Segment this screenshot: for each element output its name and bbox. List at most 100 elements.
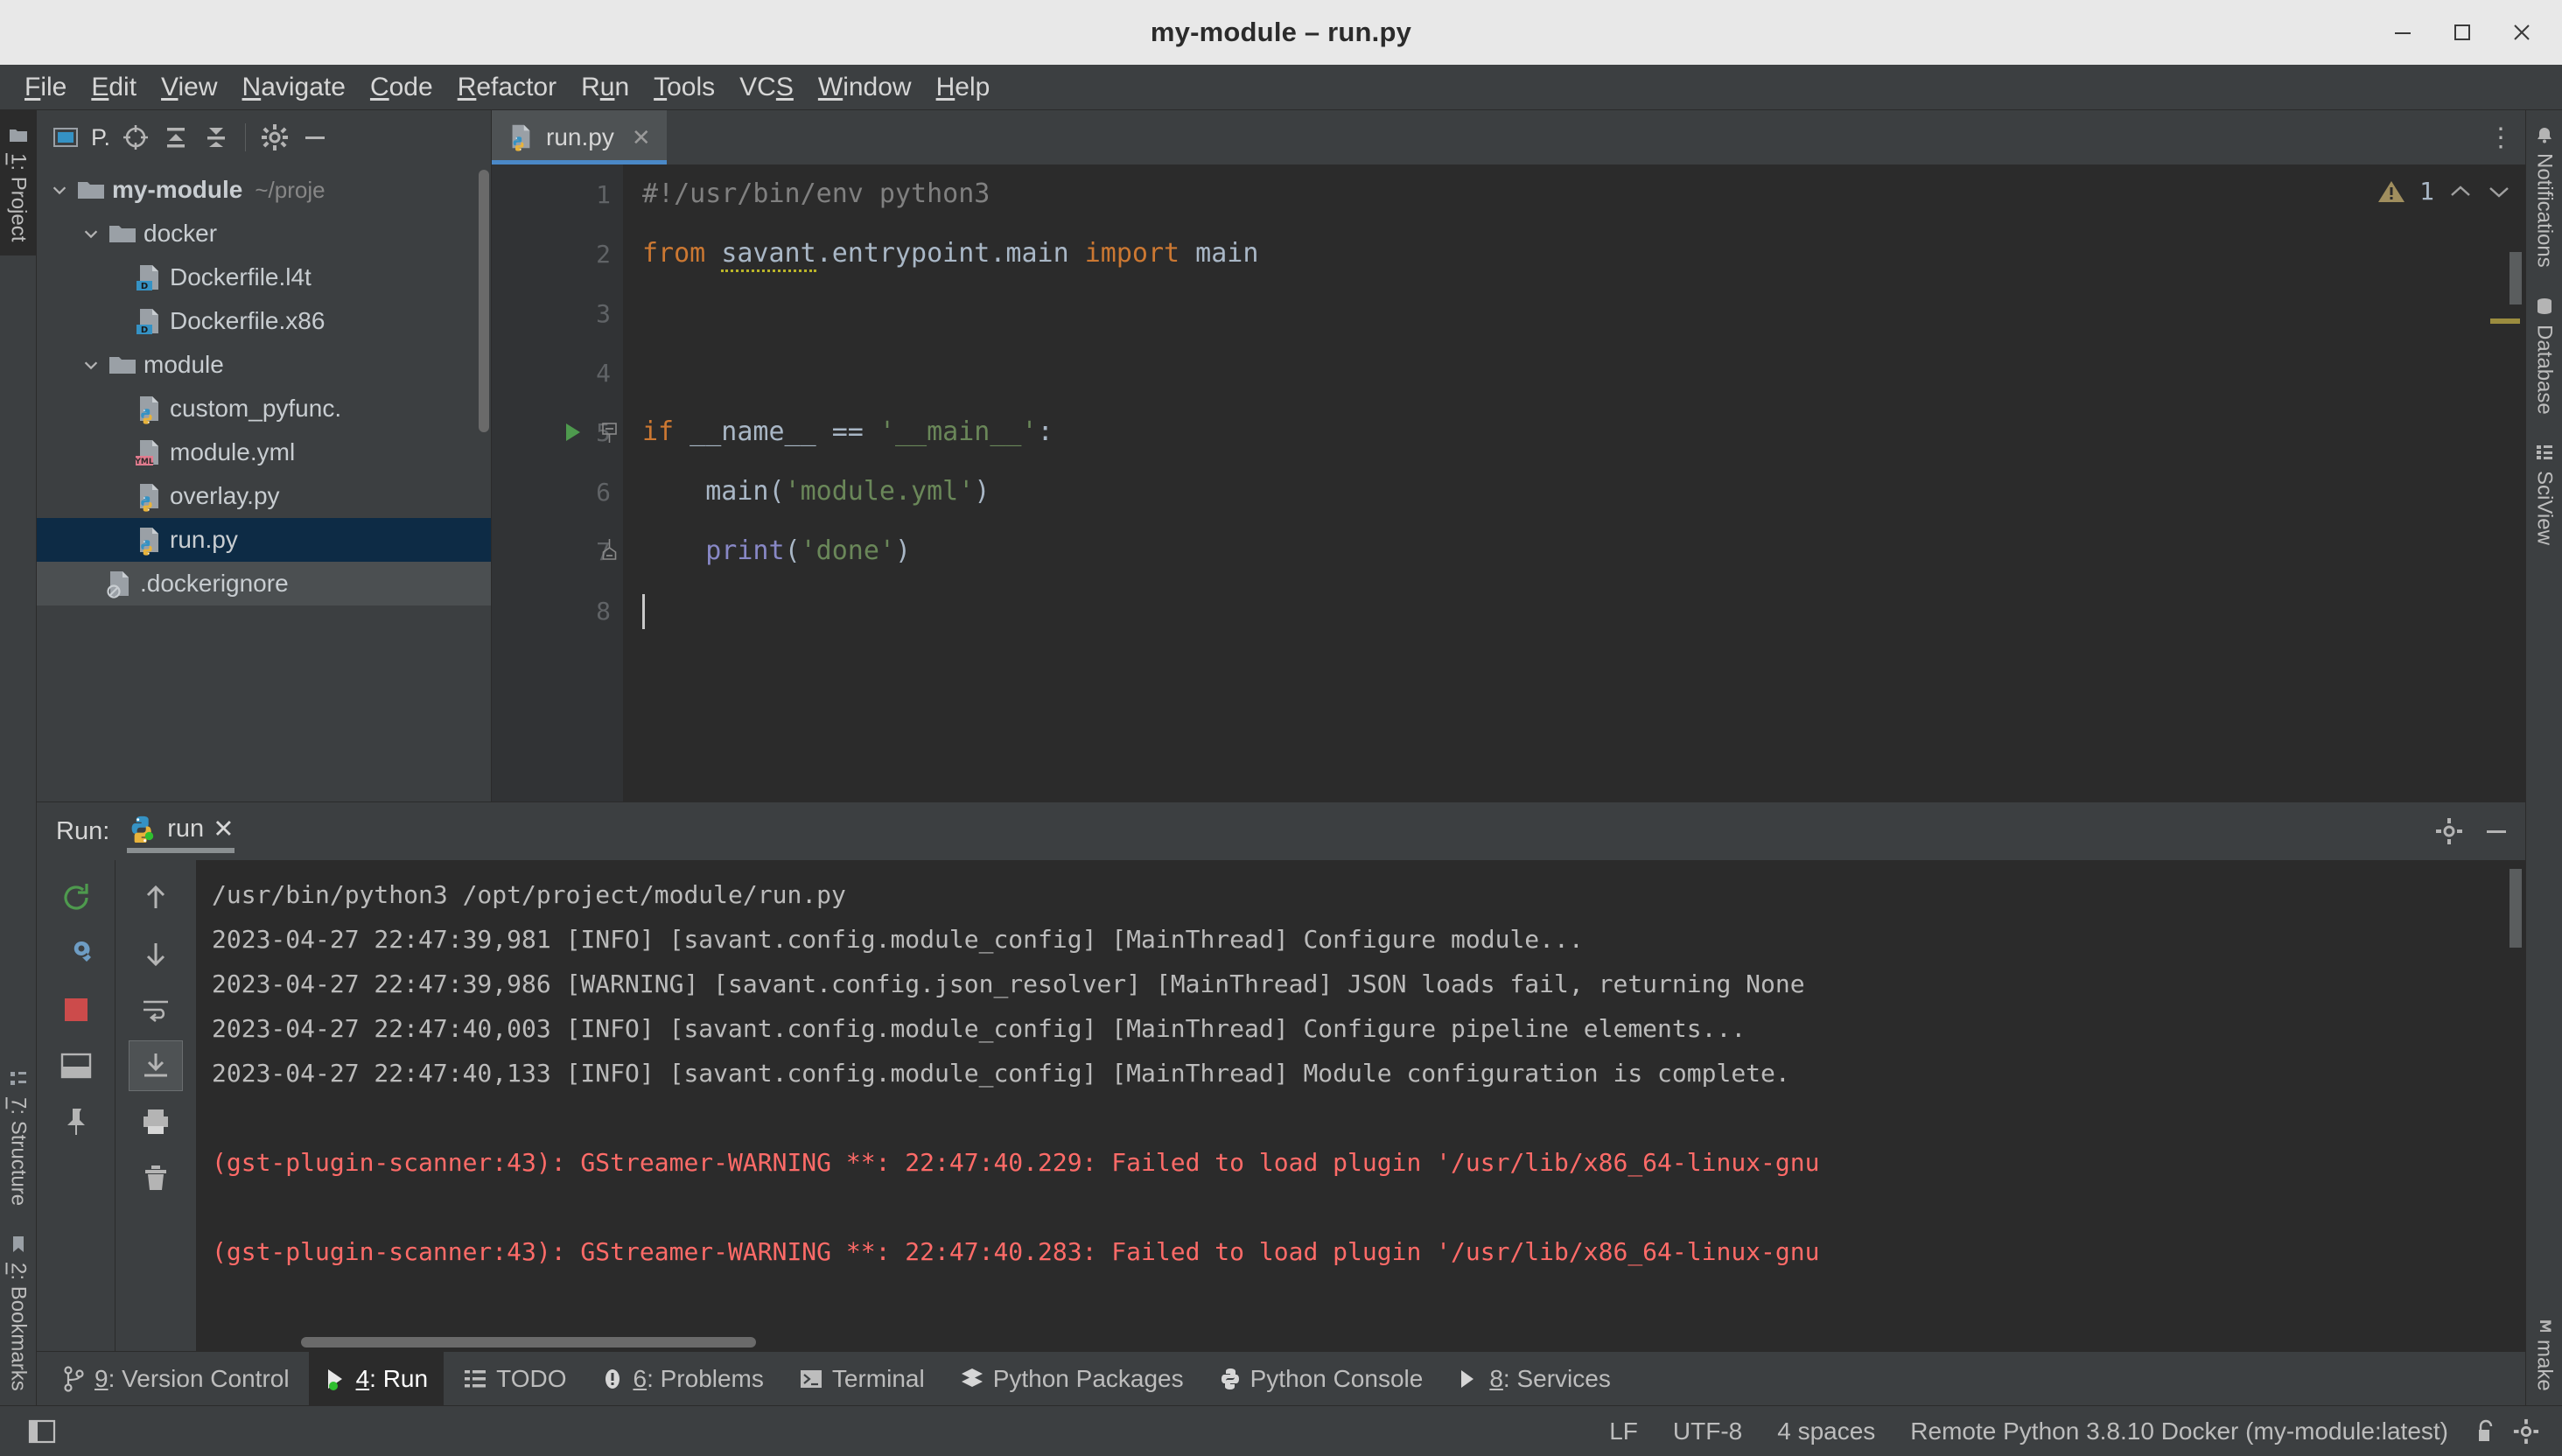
sidebar-item-sciview[interactable]: SciView bbox=[2526, 428, 2562, 559]
expand-all-icon[interactable] bbox=[161, 122, 191, 152]
minimize-icon[interactable] bbox=[2482, 816, 2511, 846]
arrow-up-icon[interactable] bbox=[129, 872, 183, 923]
minimize-button[interactable] bbox=[2373, 0, 2432, 65]
tree-item-my-module[interactable]: my-module ~/proje bbox=[37, 168, 491, 212]
bottom-tab-run[interactable]: 4: Run bbox=[308, 1351, 444, 1406]
bottom-tab-python-console[interactable]: Python Console bbox=[1203, 1352, 1439, 1406]
settings-gear-icon[interactable] bbox=[260, 122, 290, 152]
menu-window[interactable]: Window bbox=[806, 73, 924, 102]
chevron-down-icon[interactable] bbox=[75, 355, 107, 374]
select-opened-file-icon[interactable] bbox=[121, 122, 150, 152]
tree-item-docker[interactable]: docker bbox=[37, 212, 491, 256]
bottom-tab-label: 9: Version Control bbox=[94, 1364, 290, 1392]
tab-bar-spacer bbox=[667, 110, 2476, 164]
menu-code[interactable]: Code bbox=[358, 73, 445, 102]
editor-body[interactable]: 1 2 3 4 5 6 7 8 #!/usr/bin/env python3 f… bbox=[492, 164, 2525, 802]
python-run-icon bbox=[127, 813, 158, 844]
keyword-from: from bbox=[642, 238, 706, 269]
menu-refactor[interactable]: Refactor bbox=[445, 73, 569, 102]
layout-toggle-icon[interactable] bbox=[16, 1418, 68, 1445]
chevron-down-icon[interactable] bbox=[2487, 183, 2511, 200]
soft-wrap-icon[interactable] bbox=[129, 984, 183, 1035]
yml-file-icon: YML bbox=[133, 437, 164, 468]
hide-panel-icon[interactable] bbox=[300, 122, 330, 152]
editor-tab-run-py[interactable]: run.py ✕ bbox=[492, 110, 667, 164]
tree-item-dockerfile-x86[interactable]: D Dockerfile.x86 bbox=[37, 299, 491, 343]
bottom-tab-python-packages[interactable]: Python Packages bbox=[944, 1352, 1200, 1406]
stop-icon[interactable] bbox=[49, 984, 103, 1035]
arrow-down-icon[interactable] bbox=[129, 928, 183, 979]
collapse-all-icon[interactable] bbox=[201, 122, 231, 152]
sidebar-item-structure[interactable]: 7: Structure bbox=[0, 1054, 37, 1220]
bottom-tab-version-control[interactable]: 9: Version Control bbox=[47, 1352, 305, 1406]
scroll-to-end-icon[interactable] bbox=[129, 1040, 183, 1091]
status-interpreter[interactable]: Remote Python 3.8.10 Docker (my-module:l… bbox=[1893, 1418, 2466, 1446]
bottom-tab-terminal[interactable]: Terminal bbox=[783, 1352, 941, 1406]
chevron-down-icon[interactable] bbox=[44, 180, 75, 200]
editor-scrollbar[interactable] bbox=[2510, 252, 2522, 304]
menu-view[interactable]: View bbox=[149, 73, 229, 102]
settings-gear-icon[interactable] bbox=[2434, 816, 2464, 846]
sidebar-item-notifications[interactable]: Notifications bbox=[2526, 110, 2562, 282]
close-icon[interactable]: ✕ bbox=[632, 124, 651, 151]
code-content[interactable]: #!/usr/bin/env python3 from savant.entry… bbox=[623, 164, 2525, 802]
sidebar-item-project[interactable]: 1: Project bbox=[0, 110, 37, 256]
bottom-tab-problems[interactable]: 6: Problems bbox=[585, 1352, 779, 1406]
menu-vcs[interactable]: VCS bbox=[727, 73, 806, 102]
layout-icon[interactable] bbox=[49, 1040, 103, 1091]
close-icon[interactable]: ✕ bbox=[213, 814, 234, 844]
menu-edit[interactable]: Edit bbox=[79, 73, 149, 102]
sidebar-item-make[interactable]: M make bbox=[2526, 1297, 2562, 1405]
python-console-icon bbox=[1219, 1367, 1242, 1391]
inspection-widget[interactable]: 1 bbox=[2377, 177, 2511, 206]
menu-file[interactable]: File bbox=[12, 73, 79, 102]
status-indent[interactable]: 4 spaces bbox=[1760, 1418, 1893, 1446]
sidebar-item-structure-label: 7: Structure bbox=[6, 1097, 31, 1207]
status-encoding[interactable]: UTF-8 bbox=[1656, 1418, 1760, 1446]
tree-item-dockerfile-l4t[interactable]: D Dockerfile.l4t bbox=[37, 256, 491, 299]
chevron-up-icon[interactable] bbox=[2448, 183, 2473, 200]
project-tree[interactable]: my-module ~/proje docker D Dockerfile.l4… bbox=[37, 164, 491, 802]
sidebar-item-bookmarks[interactable]: 2: Bookmarks bbox=[0, 1220, 37, 1405]
tree-item-overlay-py[interactable]: overlay.py bbox=[37, 474, 491, 518]
bottom-tab-todo[interactable]: TODO bbox=[447, 1352, 582, 1406]
wrench-icon[interactable] bbox=[49, 928, 103, 979]
sidebar-item-database[interactable]: Database bbox=[2526, 282, 2562, 429]
tree-item-module[interactable]: module bbox=[37, 343, 491, 387]
project-tree-scrollbar[interactable] bbox=[479, 170, 489, 432]
console-horizontal-scrollbar[interactable] bbox=[301, 1337, 756, 1348]
rerun-icon[interactable] bbox=[49, 872, 103, 923]
tree-item-dockerignore[interactable]: .dockerignore bbox=[37, 562, 491, 606]
call-main: main bbox=[705, 476, 769, 507]
editor-options-icon[interactable]: ⋮ bbox=[2476, 110, 2525, 164]
run-console-output[interactable]: /usr/bin/python3 /opt/project/module/run… bbox=[196, 860, 2525, 1351]
pin-icon[interactable] bbox=[49, 1096, 103, 1147]
menu-tools[interactable]: Tools bbox=[641, 73, 727, 102]
console-line: 2023-04-27 22:47:39,981 [INFO] [savant.c… bbox=[212, 925, 1584, 954]
error-stripe-marker[interactable] bbox=[2490, 318, 2520, 324]
print-icon[interactable] bbox=[129, 1096, 183, 1147]
tree-item-module-yml[interactable]: YML module.yml bbox=[37, 430, 491, 474]
project-view-icon[interactable] bbox=[51, 122, 80, 152]
vcs-branch-icon bbox=[63, 1365, 86, 1392]
run-gutter-icon[interactable] bbox=[560, 420, 584, 444]
run-tab[interactable]: run ✕ bbox=[127, 813, 234, 853]
status-line-separator[interactable]: LF bbox=[1592, 1418, 1656, 1446]
console-vertical-scrollbar[interactable] bbox=[2510, 869, 2522, 948]
menu-navigate[interactable]: Navigate bbox=[230, 73, 358, 102]
settings-gear-icon[interactable] bbox=[2506, 1418, 2546, 1445]
fold-end-icon[interactable] bbox=[600, 539, 620, 564]
tree-item-custom-pyfunc[interactable]: custom_pyfunc. bbox=[37, 387, 491, 430]
unlock-icon[interactable] bbox=[2466, 1418, 2506, 1445]
close-button[interactable] bbox=[2492, 0, 2552, 65]
line-number-with-run: 5 bbox=[492, 402, 623, 462]
menu-run[interactable]: Run bbox=[569, 73, 641, 102]
menu-help[interactable]: Help bbox=[924, 73, 1003, 102]
tree-item-run-py[interactable]: run.py bbox=[37, 518, 491, 562]
editor-gutter[interactable]: 1 2 3 4 5 6 7 8 bbox=[492, 164, 623, 802]
maximize-button[interactable] bbox=[2432, 0, 2492, 65]
bottom-tab-services[interactable]: 8: Services bbox=[1442, 1352, 1627, 1406]
trash-icon[interactable] bbox=[129, 1152, 183, 1203]
fold-start-icon[interactable] bbox=[600, 420, 620, 444]
chevron-down-icon[interactable] bbox=[75, 224, 107, 243]
